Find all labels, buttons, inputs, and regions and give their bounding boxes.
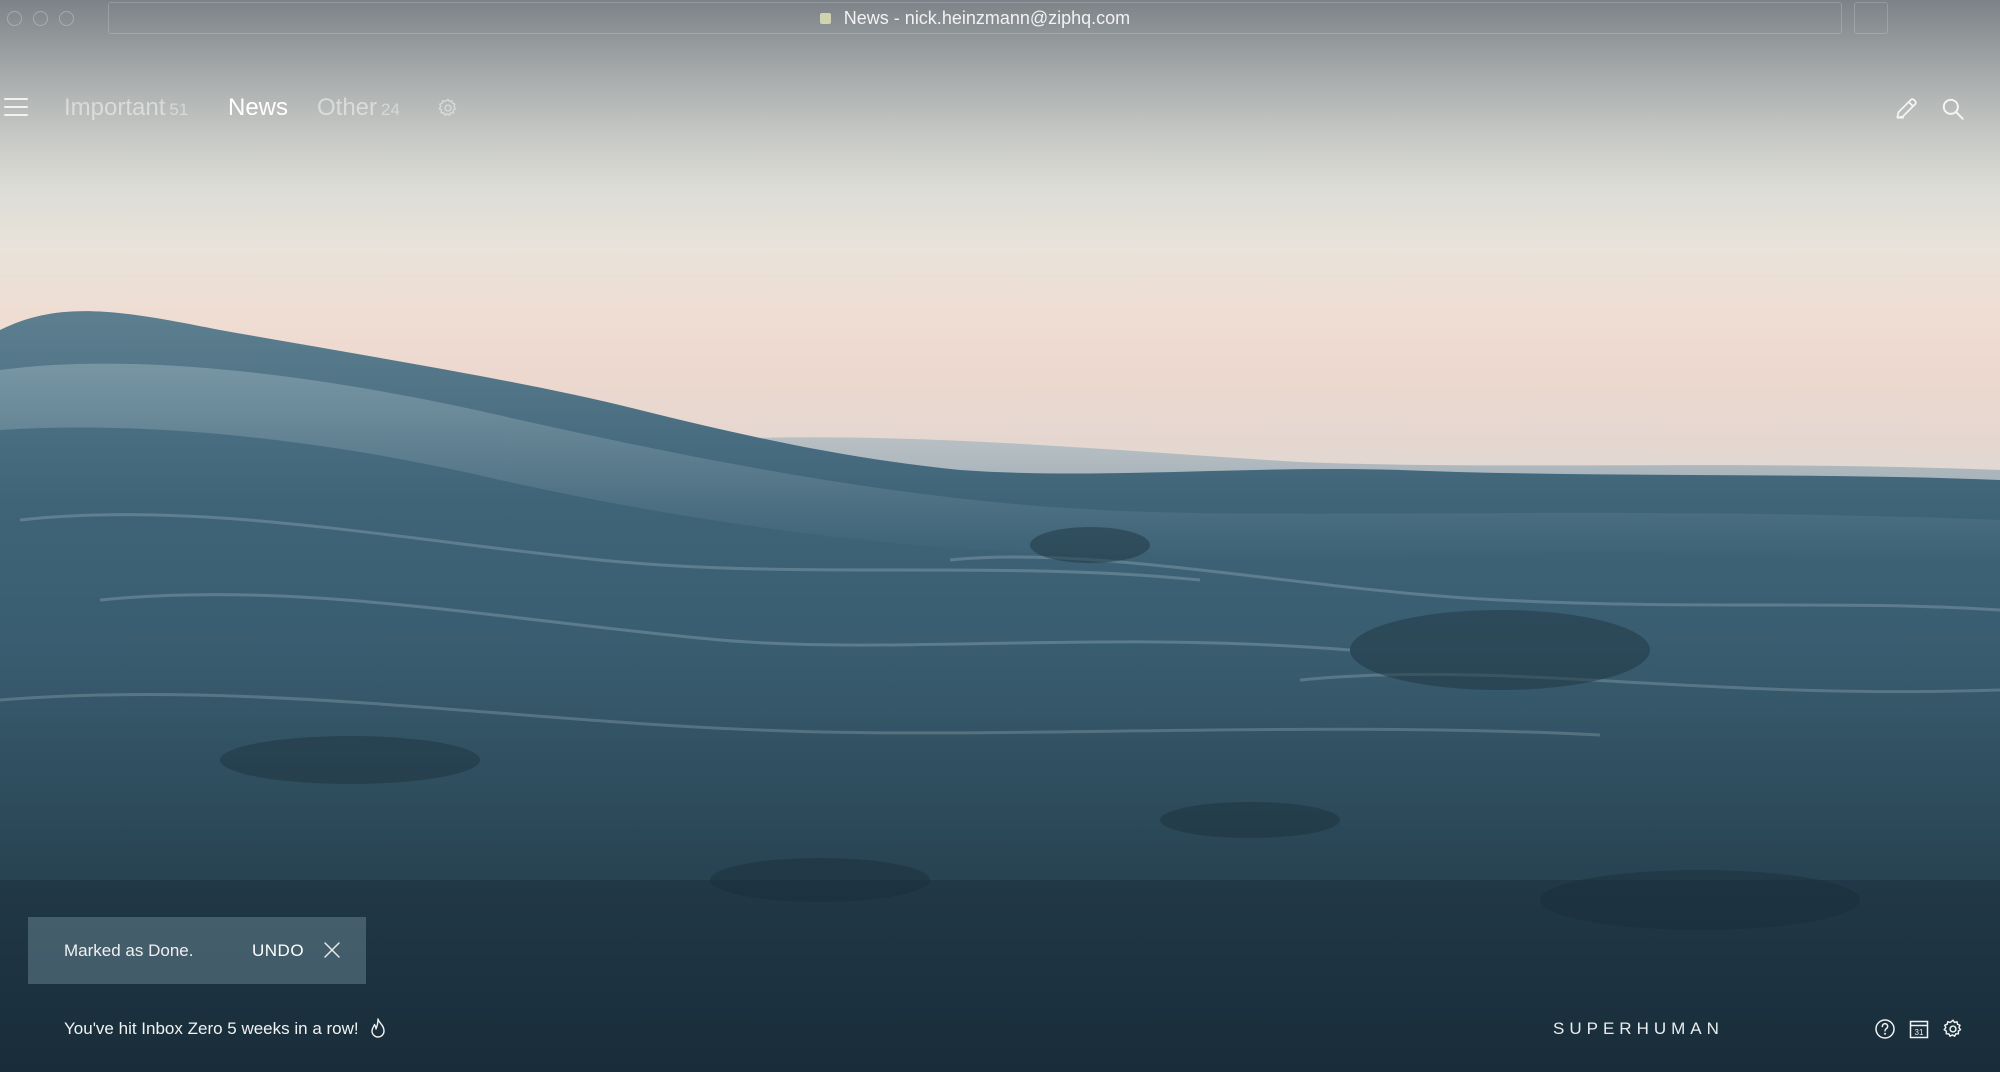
gear-icon[interactable] bbox=[437, 97, 459, 119]
flame-icon bbox=[370, 1018, 385, 1038]
search-icon[interactable] bbox=[1940, 96, 1966, 122]
calendar-day-text: 31 bbox=[1915, 1028, 1924, 1037]
tab-label: Other bbox=[317, 94, 378, 121]
compose-icon[interactable] bbox=[1893, 96, 1919, 122]
settings-icon[interactable] bbox=[1942, 1018, 1964, 1040]
tab-important[interactable]: Important 51 bbox=[64, 94, 188, 122]
status-dot-icon bbox=[819, 12, 831, 24]
inbox-zero-text: You've hit Inbox Zero 5 weeks in a row! bbox=[64, 1019, 359, 1038]
maximize-window-button[interactable] bbox=[59, 11, 74, 26]
close-window-button[interactable] bbox=[7, 11, 22, 26]
help-icon[interactable] bbox=[1874, 1018, 1896, 1040]
tab-count: 24 bbox=[381, 100, 400, 119]
inbox-zero-message: You've hit Inbox Zero 5 weeks in a row! bbox=[64, 1018, 387, 1040]
tab-label: Important bbox=[64, 94, 166, 121]
tab-news[interactable]: News bbox=[228, 94, 288, 122]
undo-toast: Marked as Done. UNDO bbox=[28, 917, 366, 984]
ocean-waves bbox=[0, 311, 2000, 1072]
window-title: News - nick.heinzmann@ziphq.com bbox=[843, 7, 1131, 28]
window-title-bar: News - nick.heinzmann@ziphq.com bbox=[108, 2, 1842, 34]
titlebar-extra-button[interactable] bbox=[1854, 2, 1888, 34]
toast-message: Marked as Done. bbox=[64, 941, 194, 960]
close-icon[interactable] bbox=[323, 941, 341, 959]
calendar-icon[interactable]: 31 bbox=[1908, 1018, 1930, 1040]
tab-count: 51 bbox=[169, 100, 189, 119]
hamburger-menu-icon[interactable] bbox=[4, 98, 28, 118]
undo-button[interactable]: UNDO bbox=[252, 941, 304, 961]
footer-icon-group: 31 bbox=[1874, 1018, 1964, 1040]
tab-label: News bbox=[228, 94, 289, 121]
background-ocean-image bbox=[0, 0, 2000, 1072]
split-inbox-nav: Important 51 News Other 24 bbox=[0, 88, 2000, 132]
window-titlebar: News - nick.heinzmann@ziphq.com bbox=[0, 0, 2000, 37]
window-controls bbox=[7, 11, 74, 26]
minimize-window-button[interactable] bbox=[33, 11, 48, 26]
superhuman-logo-text: SUPERHUMAN bbox=[1553, 1019, 1724, 1038]
tab-other[interactable]: Other 24 bbox=[317, 94, 400, 122]
